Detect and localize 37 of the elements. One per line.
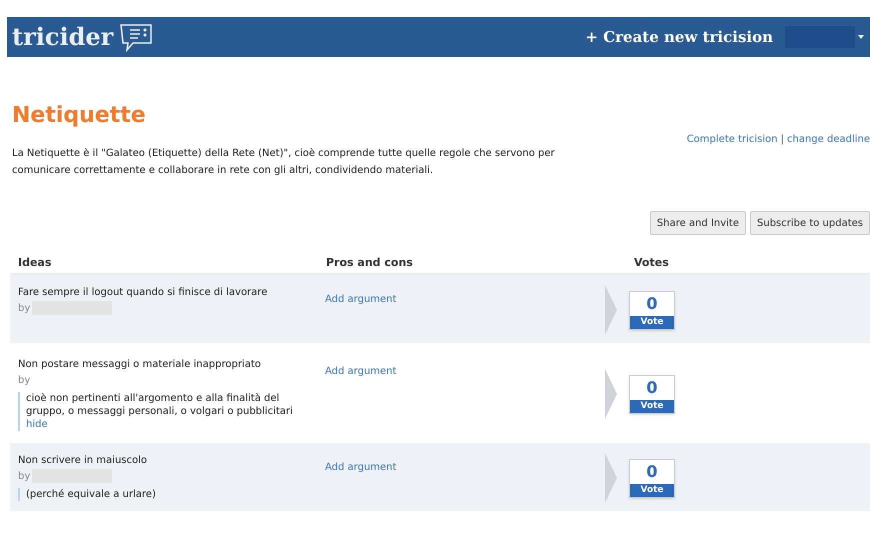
chevron-icon	[605, 453, 617, 503]
vote-count: 0	[646, 460, 658, 482]
admin-link[interactable]: change deadline	[786, 134, 870, 145]
idea-title: Fare sempre il logout quando si finisce di lavorare	[18, 286, 268, 300]
idea-note: (perché equivale a urlare)	[26, 488, 157, 501]
idea-title: Non scrivere in maiuscolo	[18, 454, 148, 468]
vote-label: Vote	[630, 400, 674, 412]
add-argument-link[interactable]: Add argument	[325, 366, 396, 377]
by-label: by	[18, 302, 30, 316]
add-argument-link[interactable]: Add argument	[325, 462, 396, 473]
vote-count: 0	[646, 376, 658, 398]
idea-title: Non postare messaggi o materiale inappropriato	[18, 358, 262, 372]
create-tricision-link[interactable]: + Create new tricision	[585, 26, 773, 48]
hide-link[interactable]: hide	[26, 419, 48, 430]
link-separator: |	[780, 134, 784, 145]
column-header: Ideas	[17, 254, 52, 271]
vote-label: Vote	[630, 484, 674, 496]
column-header: Pros and cons	[325, 254, 414, 271]
idea-note: cioè non pertinenti all'argomento e alla finalità del gruppo, o messaggi personali, o volgari o pubblicitari	[26, 392, 294, 418]
caret-icon	[858, 35, 864, 39]
add-argument-link[interactable]: Add argument	[325, 294, 396, 305]
action-button[interactable]: Share and Invite	[650, 211, 746, 235]
column-header: Votes	[633, 254, 669, 271]
logo[interactable]: tricider	[12, 25, 114, 49]
by-label: by	[18, 470, 30, 484]
page-title: Netiquette	[12, 105, 147, 127]
vote-button[interactable]: 0 Vote	[629, 374, 675, 414]
by-label: by	[18, 374, 30, 388]
description: La Netiquette è il "Galateo (Etiquette) della Rete (Net)", cioè comprende tutte quelle regole che servono per comunicare correttamente e collaborare in rete con gli altri, condividendo materiali.	[12, 147, 556, 178]
vote-label: Vote	[630, 316, 674, 328]
admin-link[interactable]: Complete tricision	[686, 134, 778, 145]
vote-count: 0	[646, 292, 658, 314]
vote-button[interactable]: 0 Vote	[629, 458, 675, 498]
chevron-icon	[605, 369, 617, 419]
vote-button[interactable]: 0 Vote	[629, 290, 675, 330]
chevron-icon	[605, 285, 617, 335]
action-button[interactable]: Subscribe to updates	[750, 211, 870, 235]
